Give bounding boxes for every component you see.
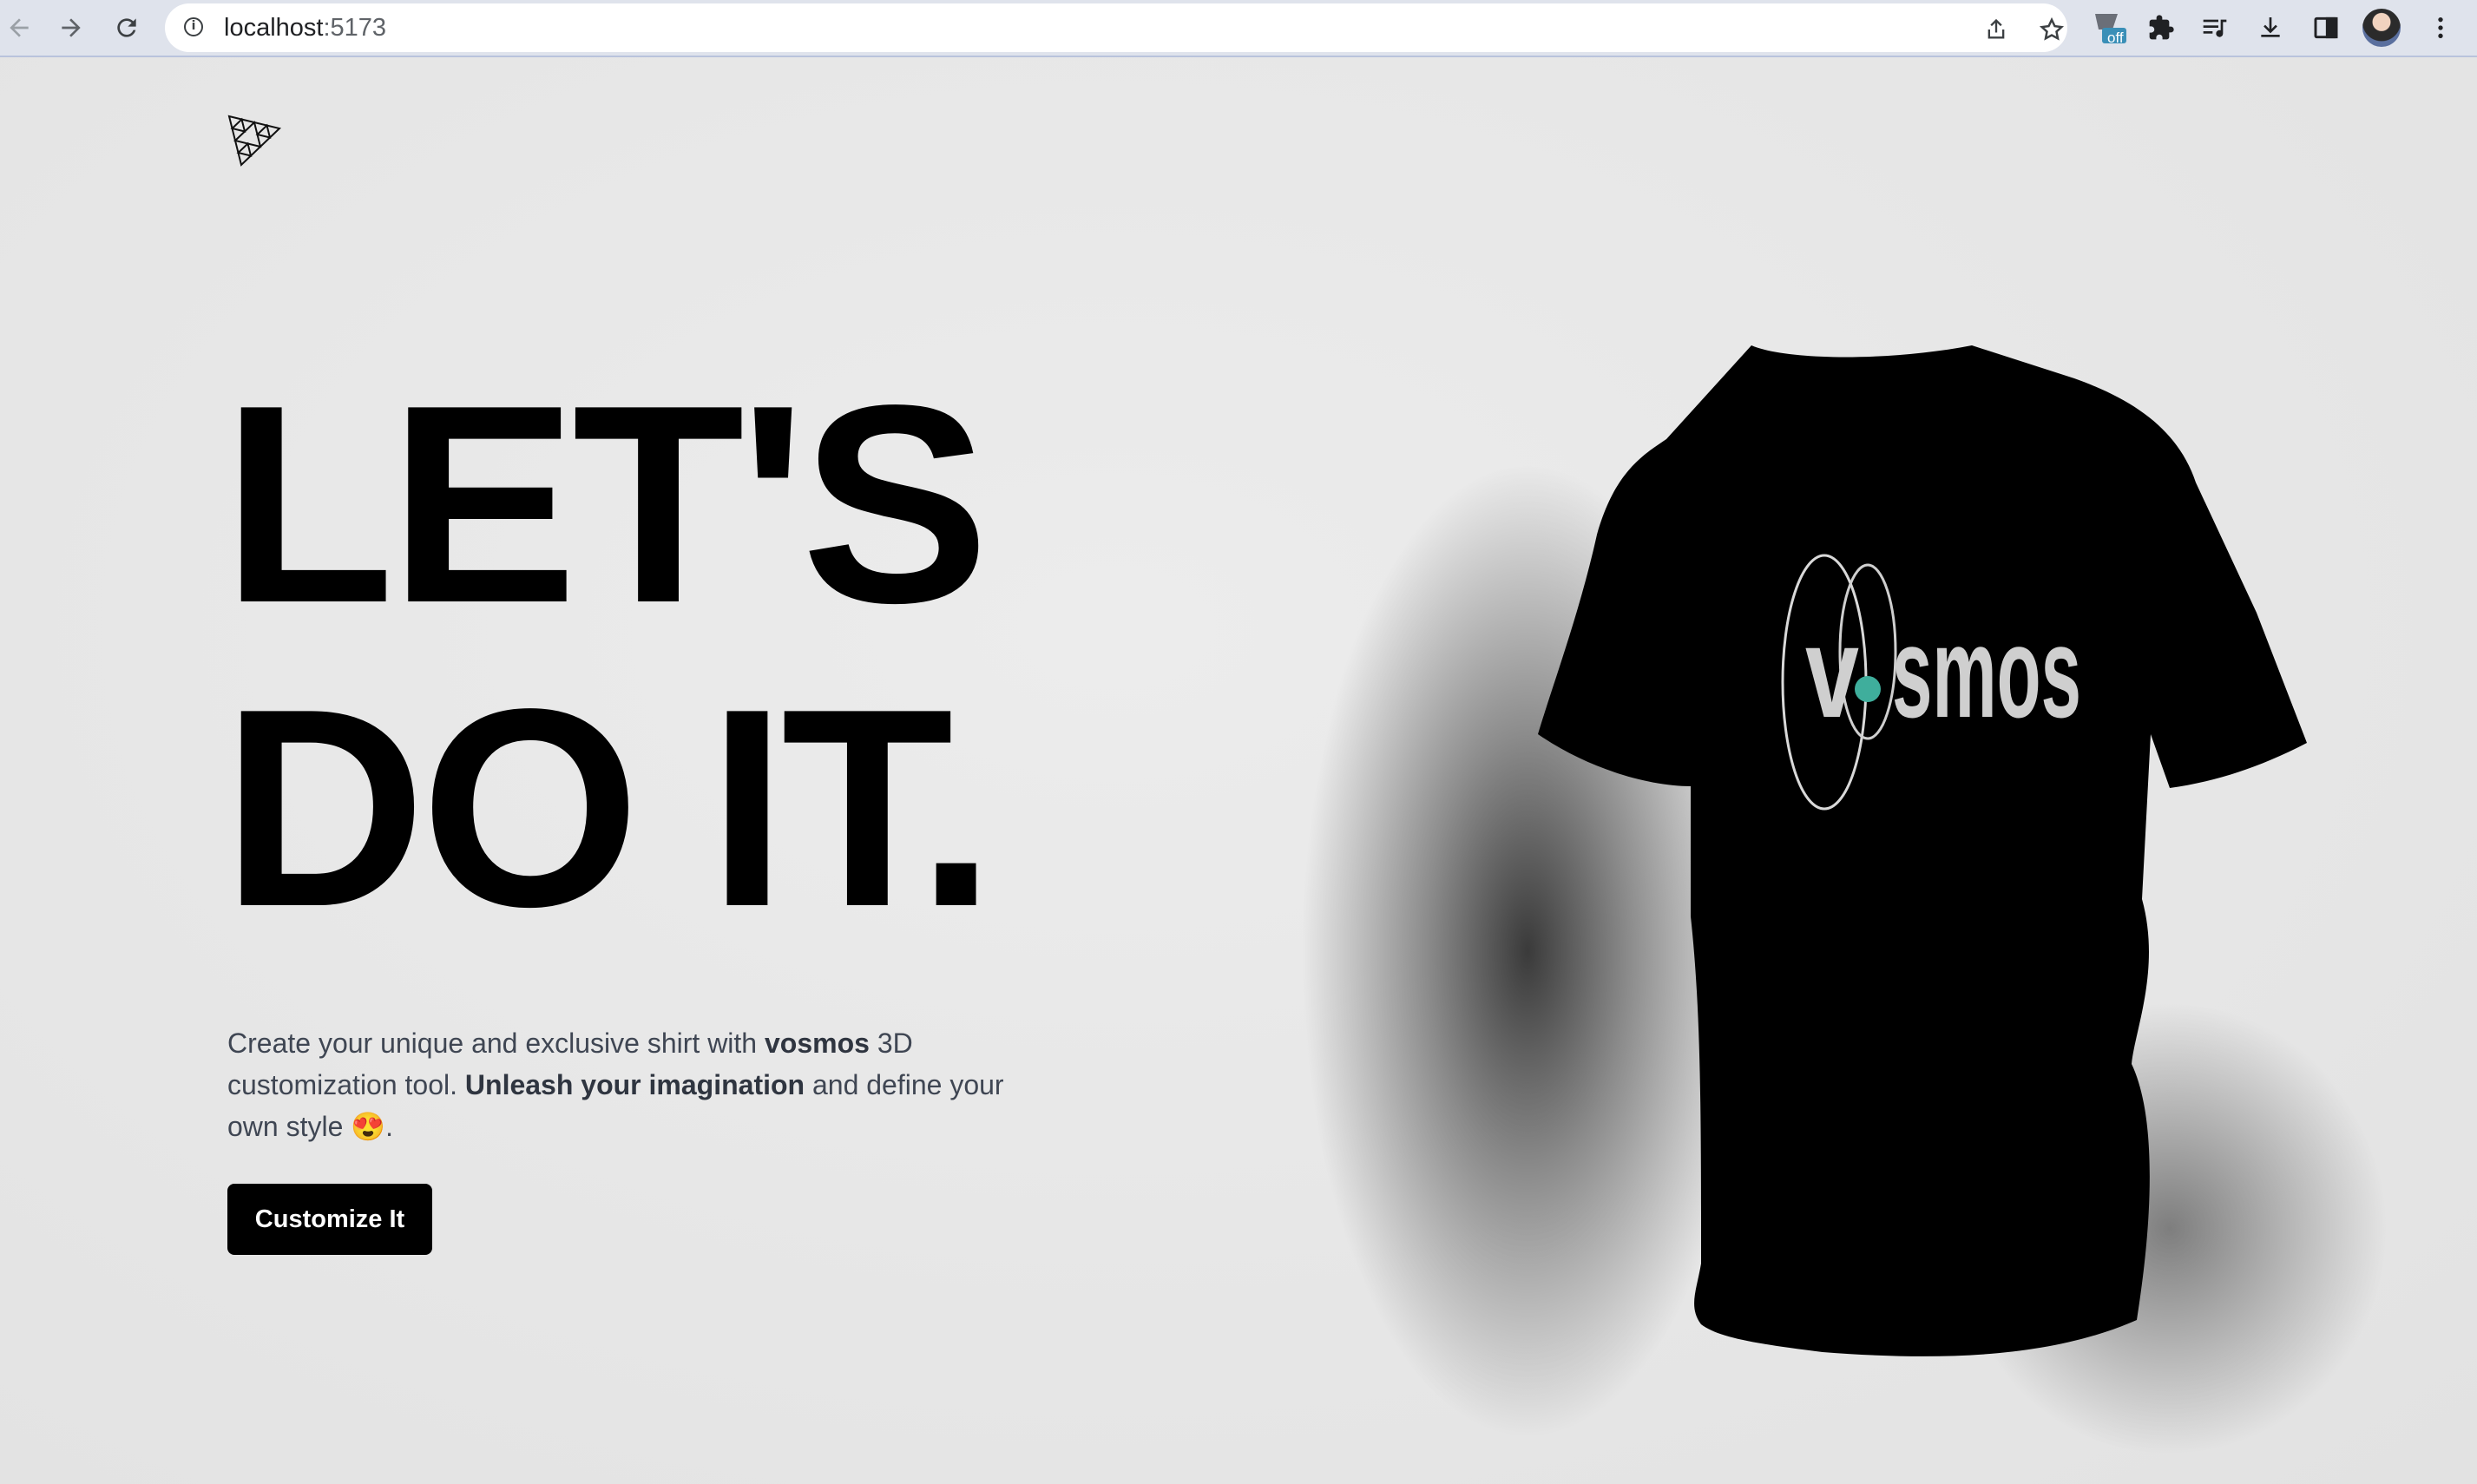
address-bar[interactable]: i localhost:5173 xyxy=(165,3,2067,52)
svg-text:v: v xyxy=(1805,599,1859,745)
side-panel-icon[interactable] xyxy=(2305,7,2347,49)
extension-badge-icon[interactable]: off xyxy=(2088,7,2130,49)
back-arrow-icon[interactable] xyxy=(0,9,38,47)
threejs-logo-icon[interactable] xyxy=(227,115,283,173)
headline-line-2: DO IT. xyxy=(222,650,995,965)
svg-text:smos: smos xyxy=(1892,599,2081,745)
url-text[interactable]: localhost:5173 xyxy=(224,14,386,43)
media-icon[interactable] xyxy=(2194,7,2236,49)
tshirt-3d-canvas[interactable]: v smos xyxy=(1215,248,2447,1463)
brand-name: vosmos xyxy=(764,1028,870,1059)
reload-icon[interactable] xyxy=(108,9,146,47)
extension-badge-label: off xyxy=(2107,30,2124,46)
hero-headline: LET'S DO IT. xyxy=(222,352,995,960)
customize-it-button[interactable]: Customize It xyxy=(227,1184,432,1255)
download-icon[interactable] xyxy=(2250,7,2291,49)
heart-eyes-emoji-icon: 😍 xyxy=(351,1111,386,1142)
puzzle-icon[interactable] xyxy=(2140,7,2182,49)
star-icon[interactable] xyxy=(2034,12,2069,47)
page: LET'S DO IT. Create your unique and excl… xyxy=(0,57,2477,1484)
hero-description: Create your unique and exclusive shirt w… xyxy=(227,1028,1004,1142)
browser-toolbar: i localhost:5173 off xyxy=(0,0,2477,57)
more-menu-icon[interactable] xyxy=(2420,7,2461,49)
forward-arrow-icon[interactable] xyxy=(52,9,90,47)
headline-line-1: LET'S xyxy=(222,346,989,661)
tagline-emphasis: Unleash your imagination xyxy=(464,1069,805,1100)
share-icon[interactable] xyxy=(1979,12,2014,47)
profile-avatar[interactable] xyxy=(2362,9,2401,47)
info-icon[interactable]: i xyxy=(184,17,203,36)
